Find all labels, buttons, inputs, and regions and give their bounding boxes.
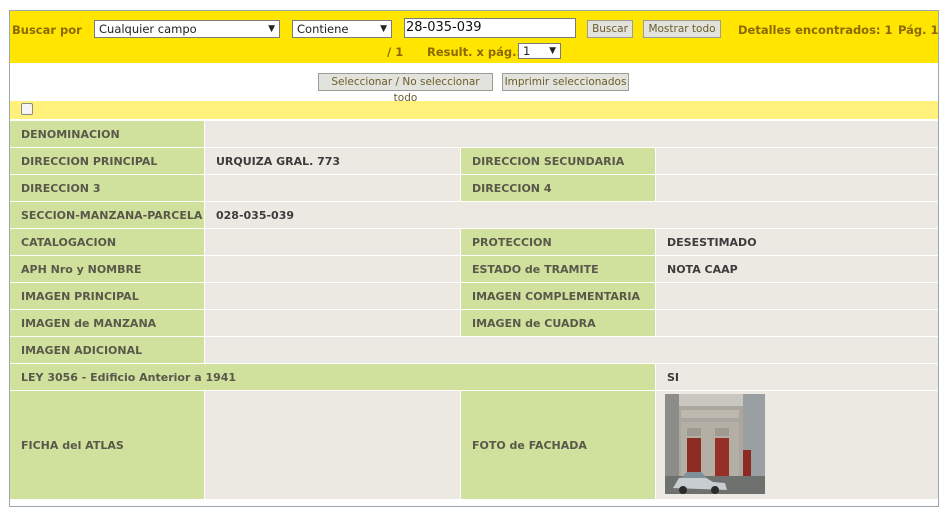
facade-photo[interactable] — [665, 394, 765, 494]
search-bar: Buscar por Cualquier campo ▼ Contiene ▼ … — [10, 11, 938, 63]
label-ficha-atlas: FICHA del ATLAS — [10, 391, 204, 499]
label-direccion-4: DIRECCION 4 — [461, 175, 655, 201]
operator-select[interactable]: Contiene ▼ — [292, 20, 392, 38]
select-all-button[interactable]: Seleccionar / No seleccionar todo — [318, 73, 493, 104]
value-direccion-secundaria — [656, 148, 938, 174]
field-select-value: Cualquier campo — [99, 22, 197, 36]
print-selected-button[interactable]: Imprimir seleccionados — [502, 73, 629, 91]
actions-bar: Seleccionar / No seleccionar todo Imprim… — [10, 63, 938, 104]
label-direccion-3: DIRECCION 3 — [10, 175, 204, 201]
record-header — [10, 101, 938, 119]
value-imagen-adicional — [205, 337, 938, 363]
value-denominacion — [205, 121, 938, 147]
chevron-down-icon: ▼ — [380, 24, 387, 34]
chevron-down-icon: ▼ — [549, 46, 556, 56]
label-ley-3056: LEY 3056 - Edificio Anterior a 1941 — [10, 364, 655, 390]
label-aph: APH Nro y NOMBRE — [10, 256, 204, 282]
label-proteccion: PROTECCION — [461, 229, 655, 255]
search-input[interactable]: 28-035-039 — [404, 18, 576, 38]
value-imagen-complementaria — [656, 283, 938, 309]
row-aph: APH Nro y NOMBRE ESTADO de TRAMITE NOTA … — [10, 256, 938, 282]
value-direccion-3 — [205, 175, 460, 201]
row-ley-3056: LEY 3056 - Edificio Anterior a 1941 SI — [10, 364, 938, 390]
label-imagen-adicional: IMAGEN ADICIONAL — [10, 337, 204, 363]
search-button[interactable]: Buscar — [587, 20, 633, 38]
label-direccion-secundaria: DIRECCION SECUNDARIA — [461, 148, 655, 174]
value-proteccion: DESESTIMADO — [656, 229, 938, 255]
row-imagen-principal: IMAGEN PRINCIPAL IMAGEN COMPLEMENTARIA — [10, 283, 938, 309]
found-count: Detalles encontrados: 1 — [738, 23, 893, 37]
value-imagen-cuadra — [656, 310, 938, 336]
label-foto-fachada: FOTO de FACHADA — [461, 391, 655, 499]
results-frame: Buscar por Cualquier campo ▼ Contiene ▼ … — [9, 10, 939, 507]
value-imagen-principal — [205, 283, 460, 309]
page-total: / 1 — [387, 45, 404, 59]
operator-select-value: Contiene — [297, 22, 349, 36]
value-ley-3056: SI — [656, 364, 938, 390]
label-imagen-manzana: IMAGEN de MANZANA — [10, 310, 204, 336]
row-imagen-adicional: IMAGEN ADICIONAL — [10, 337, 938, 363]
label-catalogacion: CATALOGACION — [10, 229, 204, 255]
per-page-label: Result. x pág.: — [427, 45, 522, 59]
value-imagen-manzana — [205, 310, 460, 336]
value-direccion-principal: URQUIZA GRAL. 773 — [205, 148, 460, 174]
value-aph — [205, 256, 460, 282]
label-imagen-principal: IMAGEN PRINCIPAL — [10, 283, 204, 309]
row-direccion-principal: DIRECCION PRINCIPAL URQUIZA GRAL. 773 DI… — [10, 148, 938, 174]
per-page-select[interactable]: 1 ▼ — [518, 43, 561, 59]
field-select[interactable]: Cualquier campo ▼ — [94, 20, 280, 38]
label-seccion: SECCION-MANZANA-PARCELA — [10, 202, 204, 228]
search-by-label: Buscar por — [12, 23, 82, 37]
value-seccion: 028-035-039 — [205, 202, 938, 228]
label-imagen-cuadra: IMAGEN de CUADRA — [461, 310, 655, 336]
row-seccion: SECCION-MANZANA-PARCELA 028-035-039 — [10, 202, 938, 228]
value-catalogacion — [205, 229, 460, 255]
per-page-value: 1 — [523, 44, 531, 58]
label-direccion-principal: DIRECCION PRINCIPAL — [10, 148, 204, 174]
row-catalogacion: CATALOGACION PROTECCION DESESTIMADO — [10, 229, 938, 255]
row-imagen-manzana: IMAGEN de MANZANA IMAGEN de CUADRA — [10, 310, 938, 336]
value-estado-tramite: NOTA CAAP — [656, 256, 938, 282]
show-all-button[interactable]: Mostrar todo — [643, 20, 721, 38]
row-denominacion: DENOMINACION — [10, 121, 938, 147]
label-estado-tramite: ESTADO de TRAMITE — [461, 256, 655, 282]
row-ficha-foto: FICHA del ATLAS FOTO de FACHADA — [10, 391, 938, 499]
page-number: Pág. 1 — [898, 23, 939, 37]
value-direccion-4 — [656, 175, 938, 201]
chevron-down-icon: ▼ — [268, 24, 275, 34]
record-checkbox[interactable] — [21, 103, 33, 115]
value-ficha-atlas — [205, 391, 460, 499]
label-denominacion: DENOMINACION — [10, 121, 204, 147]
row-direccion-3: DIRECCION 3 DIRECCION 4 — [10, 175, 938, 201]
label-imagen-complementaria: IMAGEN COMPLEMENTARIA — [461, 283, 655, 309]
